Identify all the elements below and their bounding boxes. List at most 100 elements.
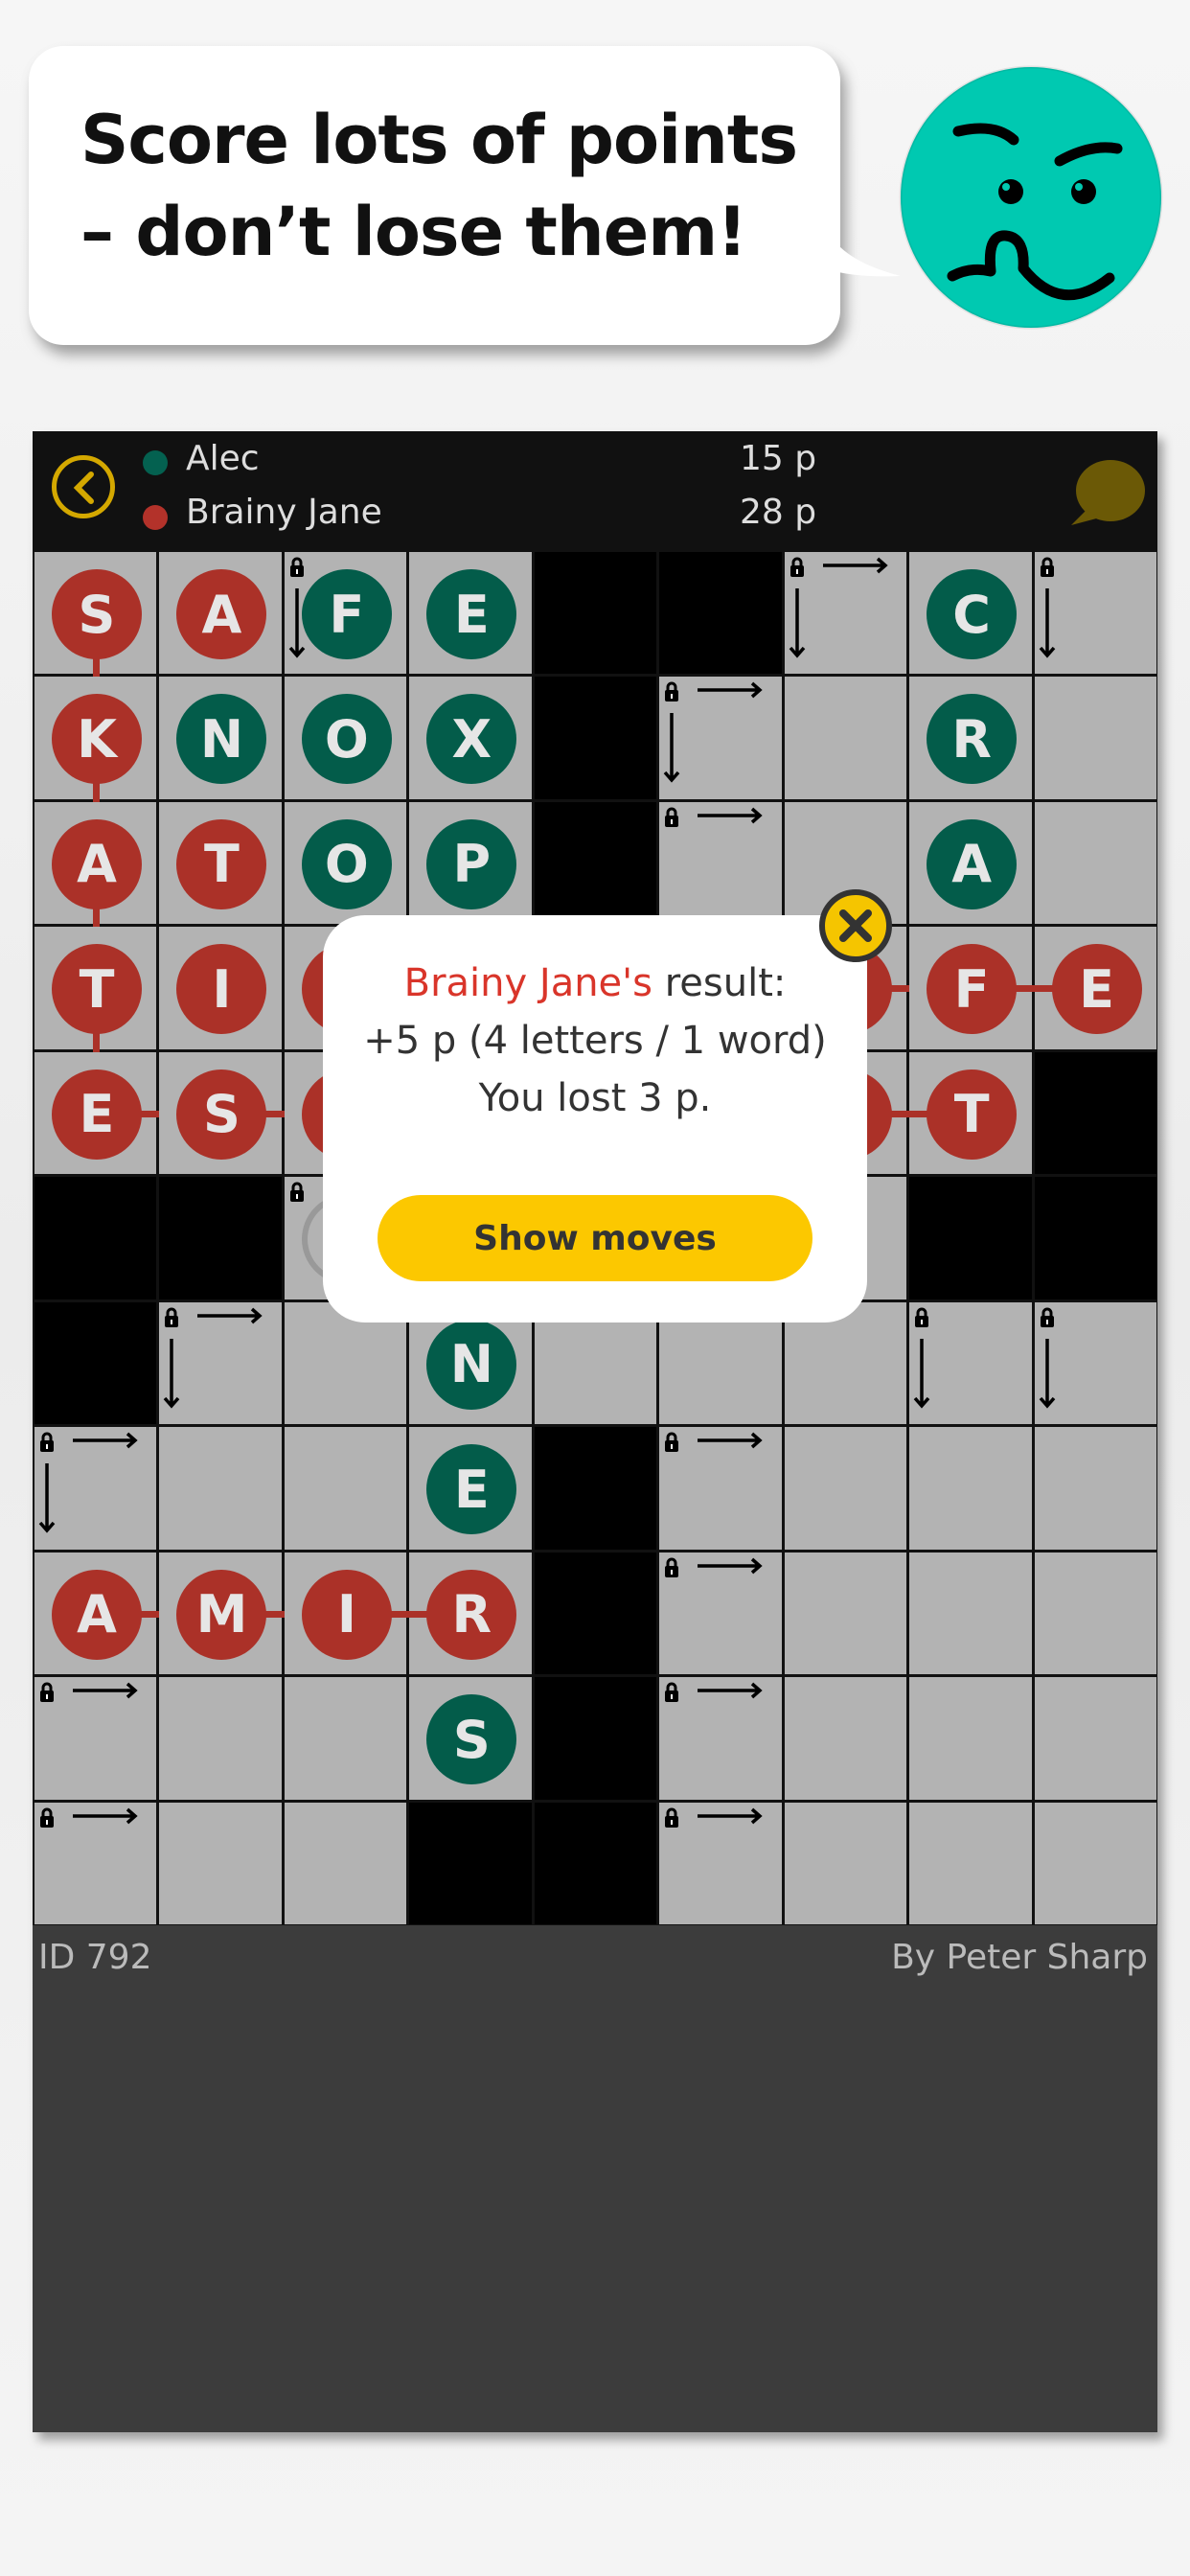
result-title: Brainy Jane's result: — [403, 961, 787, 1005]
board-cell[interactable]: T — [159, 801, 282, 925]
board-cell[interactable] — [659, 677, 782, 799]
board-cell[interactable]: T — [34, 927, 157, 1115]
letter-tile-red: A — [52, 818, 142, 909]
blocked-cell — [1034, 1051, 1156, 1175]
letter-tile-red: A — [176, 569, 267, 659]
player-name: Alec — [186, 439, 260, 478]
board-cell[interactable]: R — [409, 1552, 532, 1675]
board-cell[interactable] — [284, 1802, 407, 1924]
board-cell[interactable]: E — [34, 1051, 222, 1175]
board-cell[interactable] — [784, 1427, 907, 1550]
blocked-cell — [534, 1802, 657, 1924]
board-cell[interactable]: K — [34, 677, 157, 864]
board-cell[interactable] — [1034, 552, 1156, 675]
board-cell[interactable]: S — [34, 552, 157, 740]
board-cell[interactable] — [284, 1677, 407, 1800]
board-cell[interactable] — [909, 1677, 1032, 1800]
letter-tile-green: N — [426, 1319, 517, 1410]
board-cell[interactable] — [659, 1552, 782, 1675]
promo-headline: Score lots of points – don’t lose them! — [80, 101, 798, 271]
back-button[interactable] — [52, 455, 115, 518]
show-moves-button[interactable]: Show moves — [378, 1195, 812, 1281]
board-cell[interactable]: A — [34, 1552, 222, 1675]
board-cell[interactable]: E — [409, 552, 532, 675]
board-cell[interactable] — [1034, 1427, 1156, 1550]
letter-tile-green: P — [426, 818, 517, 909]
board-cell[interactable]: P — [409, 801, 532, 925]
board-cell[interactable]: I — [159, 927, 282, 1049]
board-cell[interactable] — [659, 1802, 782, 1924]
board-cell[interactable] — [659, 1677, 782, 1800]
board-cell[interactable] — [159, 1301, 282, 1425]
letter-tile-red: S — [52, 569, 142, 659]
letter-tile-red: E — [52, 1069, 142, 1160]
close-button[interactable] — [819, 889, 892, 962]
letter-tile-green: S — [426, 1694, 517, 1785]
board-cell[interactable]: C — [909, 552, 1032, 675]
letter-tile-green: E — [426, 1444, 517, 1535]
board-cell[interactable] — [909, 1552, 1032, 1675]
board-cell[interactable] — [659, 801, 782, 925]
board-cell[interactable]: E — [409, 1427, 532, 1550]
letter-tile-red: E — [1051, 944, 1142, 1035]
lock-icon — [40, 1807, 138, 1828]
blocked-cell — [159, 1177, 282, 1300]
board-cell[interactable]: E — [1034, 927, 1156, 1049]
board-cell[interactable] — [159, 1802, 282, 1924]
board-cell[interactable] — [909, 1301, 1032, 1425]
board-cell[interactable] — [784, 1802, 907, 1924]
board-cell[interactable] — [34, 1677, 157, 1800]
letter-tile-red: S — [176, 1069, 267, 1160]
board-cell[interactable] — [284, 1427, 407, 1550]
letter-tile-red: F — [927, 944, 1018, 1035]
board-cell[interactable]: S — [159, 1051, 347, 1175]
board-cell[interactable]: O — [284, 677, 407, 799]
board-cell[interactable]: M — [159, 1552, 347, 1675]
board-cell[interactable] — [784, 1552, 907, 1675]
board-cell[interactable] — [784, 552, 907, 675]
board-cell[interactable]: T — [909, 1051, 1032, 1175]
letter-tile-green: N — [176, 694, 267, 785]
board-cell[interactable]: S — [409, 1677, 532, 1800]
board-cell[interactable] — [784, 677, 907, 799]
lock-icon — [288, 557, 306, 658]
board-cell[interactable] — [1034, 801, 1156, 925]
board-cell[interactable] — [659, 1427, 782, 1550]
letter-tile-red: T — [176, 818, 267, 909]
board-cell[interactable]: I — [284, 1552, 472, 1675]
chevron-left-icon — [73, 472, 94, 504]
letter-tile-red: I — [176, 944, 267, 1035]
board-cell[interactable]: A — [159, 552, 282, 675]
board-cell[interactable] — [34, 1427, 157, 1550]
board-cell[interactable]: F — [909, 927, 1097, 1049]
board-cell[interactable] — [34, 1802, 157, 1924]
lock-icon — [665, 1682, 763, 1703]
blocked-cell — [659, 552, 782, 675]
player-dot-green — [143, 450, 168, 475]
blocked-cell — [534, 1677, 657, 1800]
board-cell[interactable] — [159, 1427, 282, 1550]
board-cell[interactable]: N — [159, 677, 282, 799]
chat-button[interactable] — [1067, 458, 1146, 531]
letter-tile-green: A — [927, 818, 1018, 909]
board-cell[interactable] — [909, 1802, 1032, 1924]
board-cell[interactable] — [1034, 1677, 1156, 1800]
board-cell[interactable]: O — [284, 801, 407, 925]
board-cell[interactable] — [1034, 677, 1156, 799]
board-cell[interactable] — [784, 1677, 907, 1800]
board-cell[interactable] — [1034, 1552, 1156, 1675]
board-cell[interactable]: X — [409, 677, 532, 799]
author-credit: By Peter Sharp — [891, 1938, 1148, 1977]
board-cell[interactable]: F — [284, 552, 407, 675]
blocked-cell — [909, 1177, 1032, 1300]
board-cell[interactable]: A — [34, 801, 157, 990]
board-cell[interactable]: R — [909, 677, 1032, 799]
player-score: 15 p — [740, 439, 817, 478]
board-cell[interactable]: A — [909, 801, 1032, 925]
board-cell[interactable] — [1034, 1802, 1156, 1924]
board-cell[interactable] — [1034, 1301, 1156, 1425]
blocked-cell — [534, 552, 657, 675]
lock-icon — [789, 557, 888, 658]
board-cell[interactable] — [159, 1677, 282, 1800]
board-cell[interactable] — [909, 1427, 1032, 1550]
